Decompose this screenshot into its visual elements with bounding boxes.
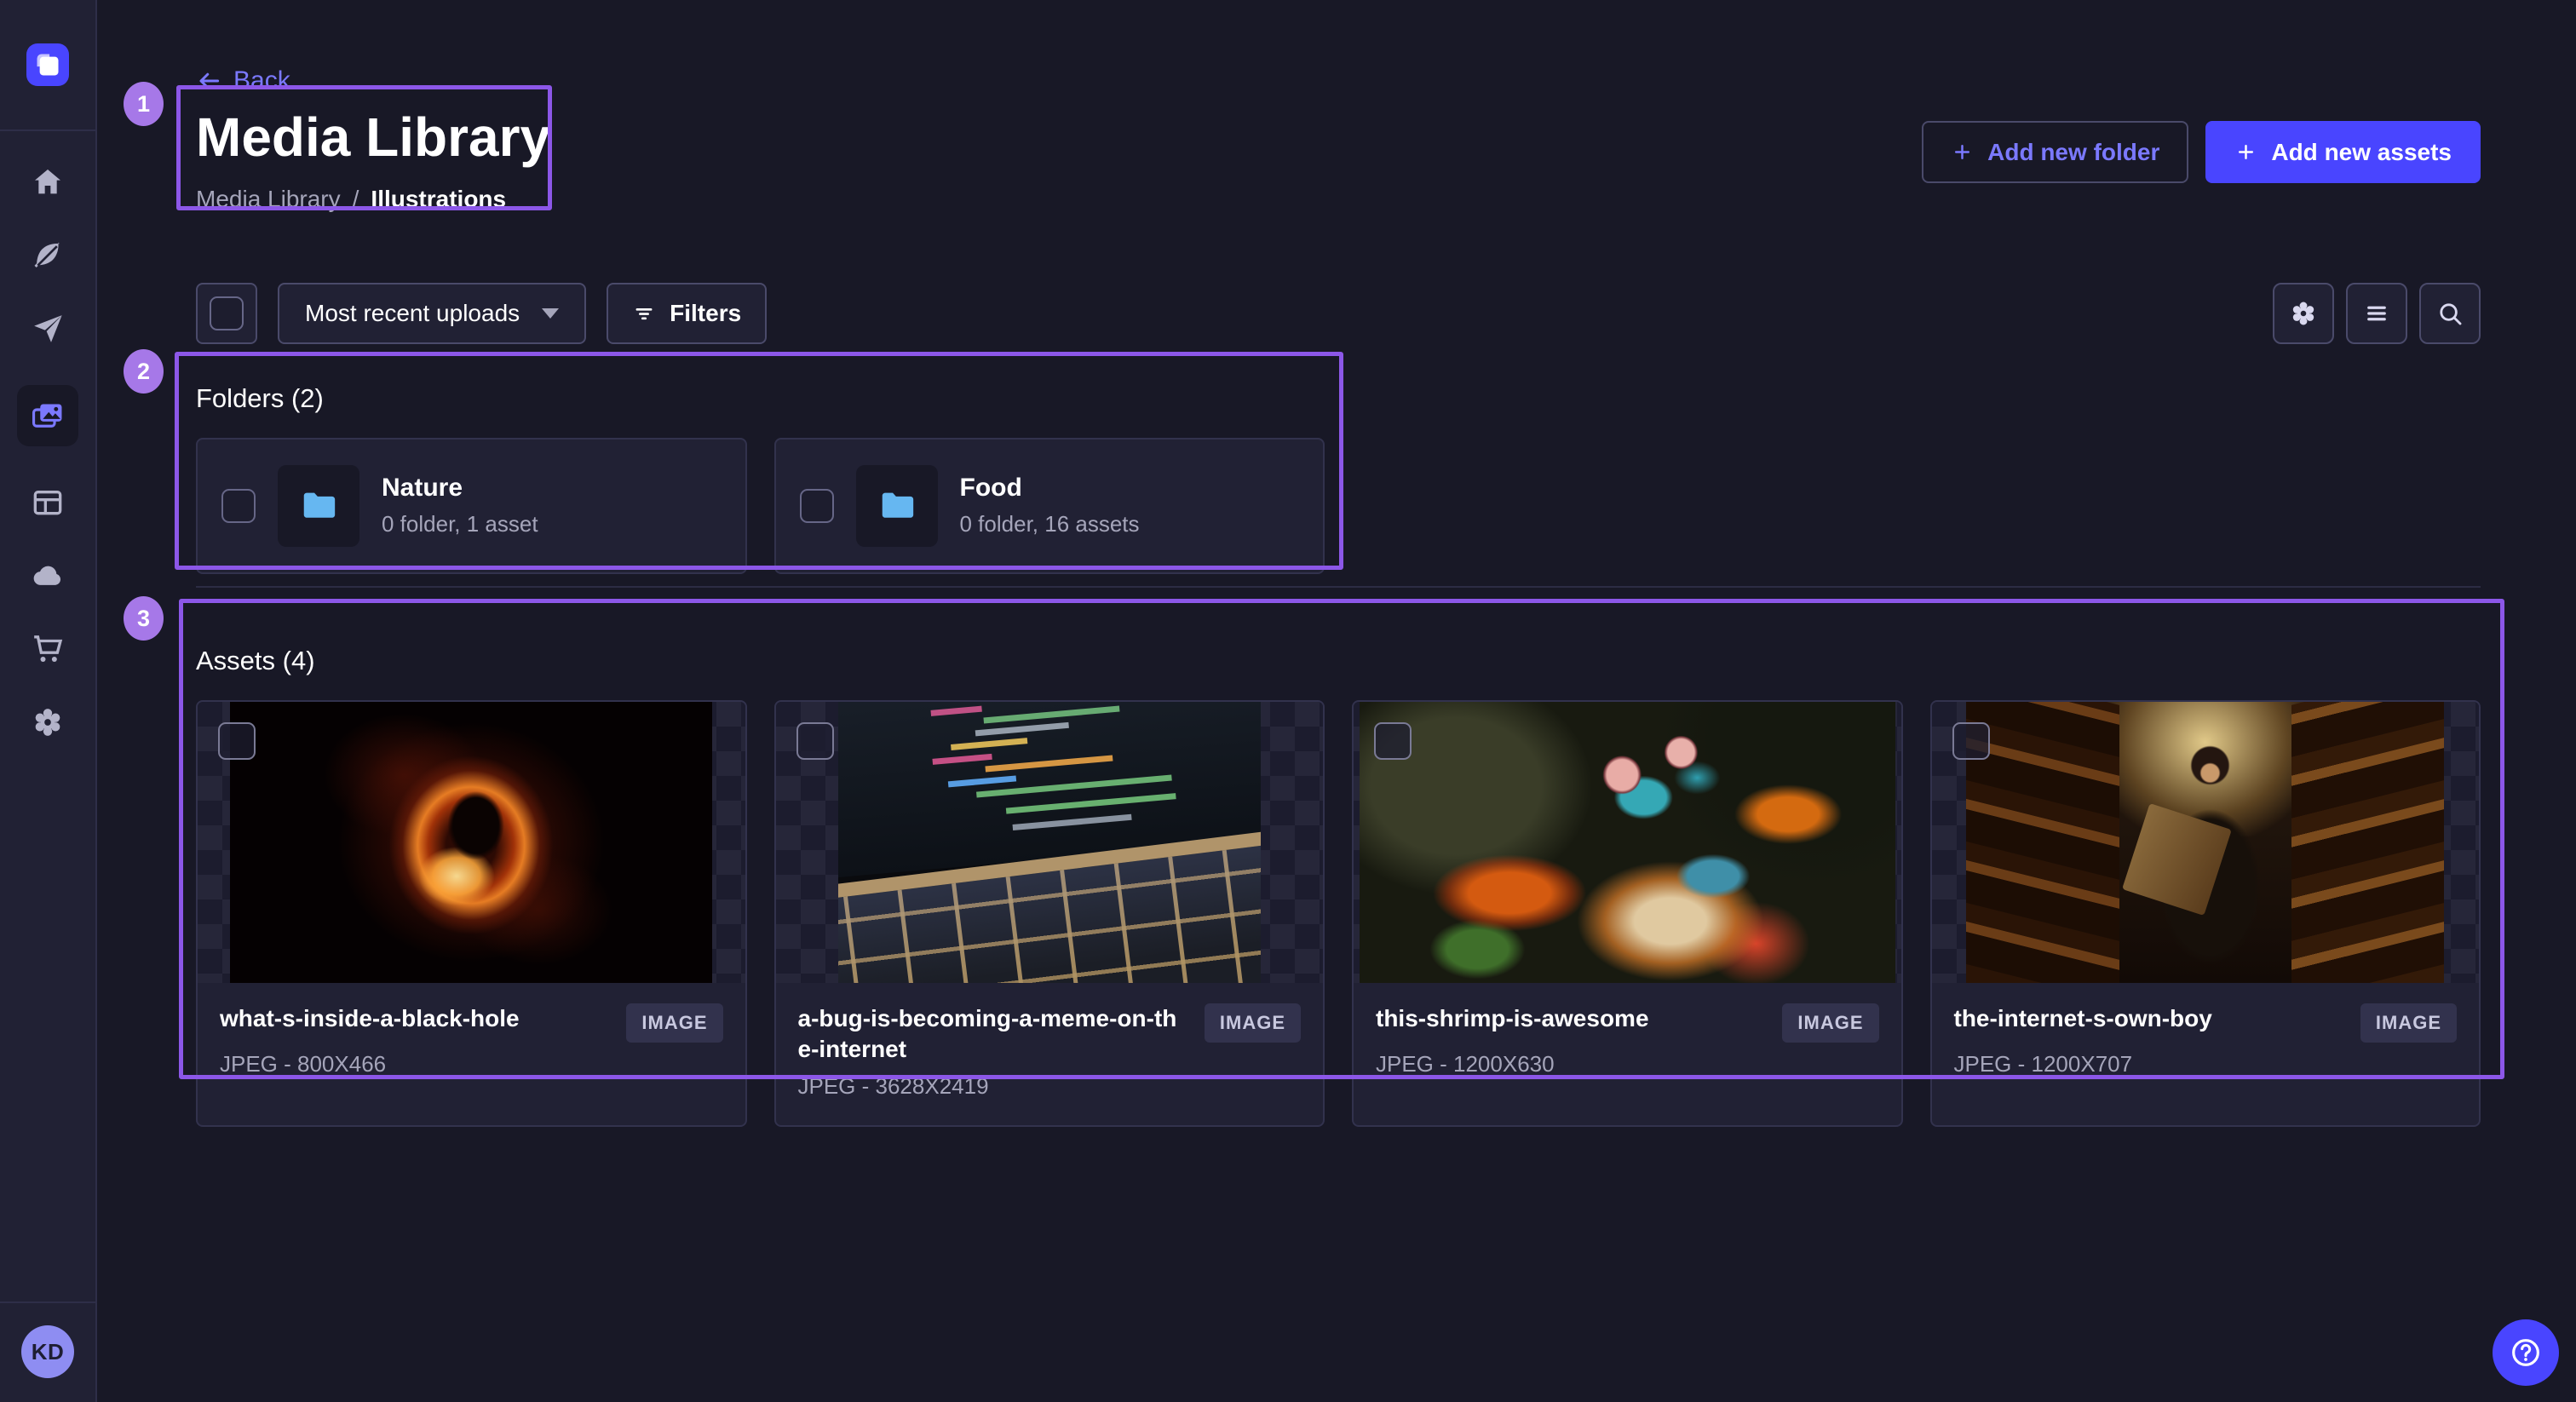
asset-type-badge: IMAGE bbox=[1782, 1003, 1878, 1043]
question-icon bbox=[2509, 1336, 2543, 1370]
strapi-app-window: KD Back Media Library Media Library / Il… bbox=[0, 0, 2576, 1402]
back-arrow-icon bbox=[196, 68, 221, 94]
toolbar: Most recent uploads Filters bbox=[196, 283, 2481, 344]
sidebar-footer: KD bbox=[0, 1301, 95, 1402]
sidebar: KD bbox=[0, 0, 97, 1402]
folders-section-title: Folders (2) bbox=[196, 383, 2481, 414]
annotation-badge-1: 1 bbox=[124, 82, 164, 126]
laptop-code-image bbox=[838, 702, 1261, 983]
back-link[interactable]: Back bbox=[196, 66, 290, 95]
asset-meta: JPEG - 1200X630 bbox=[1376, 1051, 1879, 1077]
layout-icon[interactable] bbox=[31, 486, 65, 520]
folders-section: Folders (2) Nature 0 folder, 1 asset bbox=[196, 383, 2481, 574]
select-all-checkbox[interactable] bbox=[210, 296, 244, 330]
assets-section: Assets (4) what-s-inside-a-black-hole IM… bbox=[196, 646, 2481, 1128]
sort-dropdown[interactable]: Most recent uploads bbox=[278, 283, 586, 344]
settings-view-button[interactable] bbox=[2273, 283, 2334, 344]
folder-meta: 0 folder, 1 asset bbox=[382, 511, 538, 537]
folder-meta: 0 folder, 16 assets bbox=[960, 511, 1140, 537]
home-icon[interactable] bbox=[31, 165, 65, 199]
asset-title: what-s-inside-a-black-hole bbox=[220, 1003, 520, 1034]
asset-card-bug-meme[interactable]: a-bug-is-becoming-a-meme-on-the-internet… bbox=[774, 700, 1325, 1128]
asset-thumbnail bbox=[198, 702, 745, 983]
cart-icon[interactable] bbox=[31, 632, 65, 666]
asset-title: a-bug-is-becoming-a-meme-on-the-internet bbox=[798, 1003, 1189, 1066]
section-divider bbox=[196, 586, 2481, 588]
breadcrumb-current: Illustrations bbox=[371, 186, 506, 213]
asset-card-shrimp[interactable]: this-shrimp-is-awesome IMAGE JPEG - 1200… bbox=[1352, 700, 1903, 1128]
asset-card-black-hole[interactable]: what-s-inside-a-black-hole IMAGE JPEG - … bbox=[196, 700, 747, 1128]
main-content: Back Media Library Media Library / Illus… bbox=[97, 0, 2576, 1127]
folder-checkbox[interactable] bbox=[800, 489, 834, 523]
breadcrumb-parent[interactable]: Media Library bbox=[196, 186, 341, 213]
cloud-icon[interactable] bbox=[31, 559, 65, 593]
folder-name[interactable]: Nature bbox=[382, 474, 538, 503]
asset-thumbnail bbox=[1932, 702, 2480, 983]
user-avatar[interactable]: KD bbox=[21, 1325, 74, 1378]
asset-checkbox[interactable] bbox=[796, 722, 834, 760]
gear-icon bbox=[2289, 299, 2318, 328]
sort-value: Most recent uploads bbox=[305, 300, 520, 327]
media-library-icon[interactable] bbox=[17, 385, 78, 446]
asset-checkbox[interactable] bbox=[1374, 722, 1412, 760]
asset-card-internets-own-boy[interactable]: the-internet-s-own-boy IMAGE JPEG - 1200… bbox=[1930, 700, 2481, 1128]
filters-button[interactable]: Filters bbox=[607, 283, 767, 344]
sidebar-nav bbox=[0, 131, 95, 739]
asset-thumbnail bbox=[776, 702, 1324, 983]
asset-type-badge: IMAGE bbox=[626, 1003, 722, 1043]
folder-card-nature[interactable]: Nature 0 folder, 1 asset bbox=[196, 438, 747, 574]
folder-name[interactable]: Food bbox=[960, 474, 1140, 503]
library-portrait-image bbox=[1966, 702, 2444, 983]
strapi-logo-icon[interactable] bbox=[26, 43, 69, 86]
folder-icon bbox=[278, 465, 359, 547]
folder-checkbox[interactable] bbox=[221, 489, 256, 523]
add-new-folder-button[interactable]: Add new folder bbox=[1922, 121, 2188, 183]
asset-type-badge: IMAGE bbox=[2360, 1003, 2457, 1043]
feather-icon[interactable] bbox=[31, 238, 65, 273]
list-icon bbox=[2362, 299, 2391, 328]
sidebar-logo-section bbox=[0, 0, 95, 131]
folder-icon bbox=[856, 465, 938, 547]
search-button[interactable] bbox=[2419, 283, 2481, 344]
asset-meta: JPEG - 800X466 bbox=[220, 1051, 723, 1077]
mantis-shrimp-image bbox=[1360, 702, 1895, 983]
plus-icon bbox=[2234, 141, 2257, 164]
help-button[interactable] bbox=[2493, 1319, 2559, 1386]
asset-title: this-shrimp-is-awesome bbox=[1376, 1003, 1649, 1034]
title-block: Media Library Media Library / Illustrati… bbox=[196, 107, 550, 213]
asset-meta: JPEG - 1200X707 bbox=[1954, 1051, 2458, 1077]
paper-plane-icon[interactable] bbox=[31, 312, 65, 346]
add-new-assets-button[interactable]: Add new assets bbox=[2205, 121, 2481, 183]
breadcrumb: Media Library / Illustrations bbox=[196, 186, 550, 213]
assets-section-title: Assets (4) bbox=[196, 646, 2481, 676]
asset-thumbnail bbox=[1354, 702, 1901, 983]
filter-icon bbox=[632, 302, 656, 325]
back-label: Back bbox=[233, 66, 290, 95]
page-title: Media Library bbox=[196, 107, 550, 169]
asset-meta: JPEG - 3628X2419 bbox=[798, 1073, 1302, 1100]
black-hole-image bbox=[230, 702, 712, 983]
asset-checkbox[interactable] bbox=[1952, 722, 1990, 760]
asset-type-badge: IMAGE bbox=[1205, 1003, 1301, 1043]
select-all-button[interactable] bbox=[196, 283, 257, 344]
gear-icon[interactable] bbox=[31, 705, 65, 739]
header-actions: Add new folder Add new assets bbox=[1922, 107, 2481, 183]
plus-icon bbox=[1951, 141, 1974, 164]
list-view-button[interactable] bbox=[2346, 283, 2407, 344]
search-icon bbox=[2435, 299, 2464, 328]
annotation-badge-3: 3 bbox=[124, 596, 164, 641]
asset-checkbox[interactable] bbox=[218, 722, 256, 760]
folder-card-food[interactable]: Food 0 folder, 16 assets bbox=[774, 438, 1325, 574]
asset-title: the-internet-s-own-boy bbox=[1954, 1003, 2212, 1034]
chevron-down-icon bbox=[542, 308, 559, 319]
annotation-badge-2: 2 bbox=[124, 349, 164, 394]
breadcrumb-separator: / bbox=[353, 186, 359, 213]
